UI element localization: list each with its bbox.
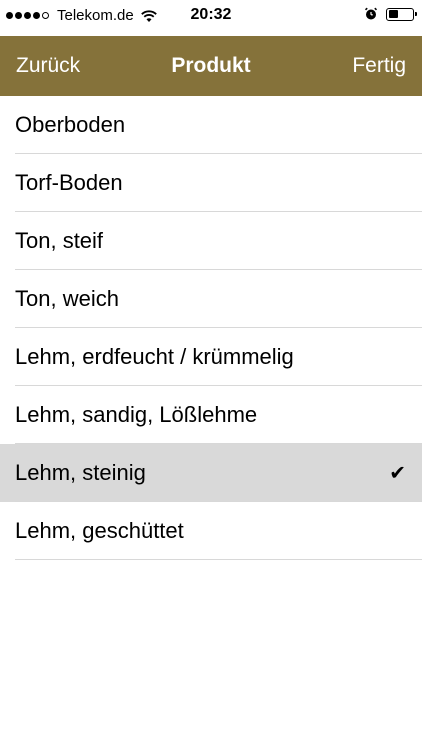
checkmark-icon: ✔ [389,462,406,485]
navigation-bar: Zurück Produkt Fertig [0,36,422,96]
list-item-label: Lehm, geschüttet [15,518,184,543]
list-item[interactable]: Lehm, erdfeucht / krümmelig [0,328,422,386]
list-item[interactable]: Torf-Boden [0,154,422,212]
list-item-label: Ton, steif [15,228,104,253]
list-item[interactable]: Lehm, geschüttet [0,502,422,560]
list-item[interactable]: Lehm, steinig ✔ [0,444,422,502]
list-item[interactable]: Ton, weich [0,270,422,328]
product-list: Oberboden Torf-Boden Ton, steif Ton, wei… [0,96,422,560]
alarm-icon [364,7,378,20]
battery-icon [386,7,417,21]
done-button[interactable]: Fertig [352,54,406,78]
status-right [364,7,417,21]
battery-cap [414,12,417,16]
list-item[interactable]: Ton, steif [0,212,422,270]
battery-level [388,10,398,18]
list-item[interactable]: Lehm, sandig, Lößlehme [0,386,422,444]
list-item-label: Ton, weich [15,286,119,311]
list-item-label: Lehm, sandig, Lößlehme [15,402,258,427]
status-time: 20:32 [190,6,232,23]
status-bar: Telekom.de 20:32 [0,0,422,36]
list-item[interactable]: Oberboden [0,96,422,154]
list-item-label: Oberboden [15,112,126,137]
list-item-label: Lehm, erdfeucht / krümmelig [15,344,294,369]
list-item-label: Lehm, steinig [15,460,146,485]
list-item-label: Torf-Boden [15,170,123,195]
